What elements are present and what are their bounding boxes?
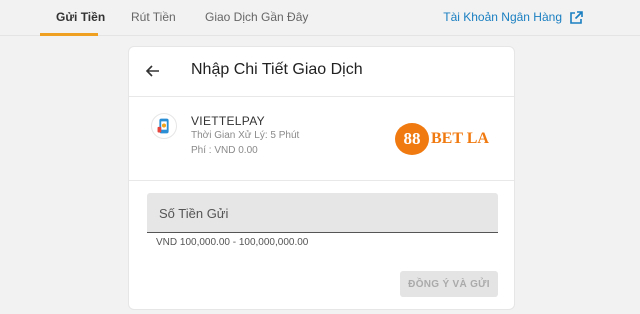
payment-method: VIETTELPAY Thời Gian Xử Lý: 5 Phút Phí :… (129, 97, 514, 181)
top-nav: Gửi Tiền Rút Tiền Giao Dịch Gần Đây Tài … (0, 0, 640, 36)
processing-time: Thời Gian Xử Lý: 5 Phút (191, 130, 300, 141)
card-header: Nhập Chi Tiết Giao Dịch (129, 47, 514, 97)
tab-withdraw[interactable]: Rút Tiền (131, 10, 176, 24)
brand-logo: 88 BET LA (395, 123, 495, 155)
amount-placeholder: Số Tiền Gửi (159, 206, 229, 221)
tab-recent-transactions[interactable]: Giao Dịch Gần Đây (205, 10, 308, 24)
tab-deposit[interactable]: Gửi Tiền (56, 10, 105, 24)
agree-and-submit-button[interactable]: ĐỒNG Ý VÀ GỬI (400, 271, 498, 297)
card-title: Nhập Chi Tiết Giao Dịch (191, 61, 363, 78)
active-tab-indicator (40, 33, 98, 36)
external-link-icon[interactable] (568, 10, 584, 26)
amount-range-hint: VND 100,000.00 - 100,000,000.00 (156, 237, 309, 248)
transaction-card: Nhập Chi Tiết Giao Dịch VIETTELPAY Thời … (128, 46, 515, 310)
bank-account-link[interactable]: Tài Khoản Ngân Hàng (443, 10, 584, 24)
back-arrow-icon[interactable] (143, 61, 163, 81)
method-name: VIETTELPAY (191, 114, 265, 128)
deposit-amount-input[interactable]: Số Tiền Gửi (147, 193, 498, 233)
fee: Phí : VND 0.00 (191, 145, 258, 156)
viettelpay-icon (151, 113, 177, 139)
